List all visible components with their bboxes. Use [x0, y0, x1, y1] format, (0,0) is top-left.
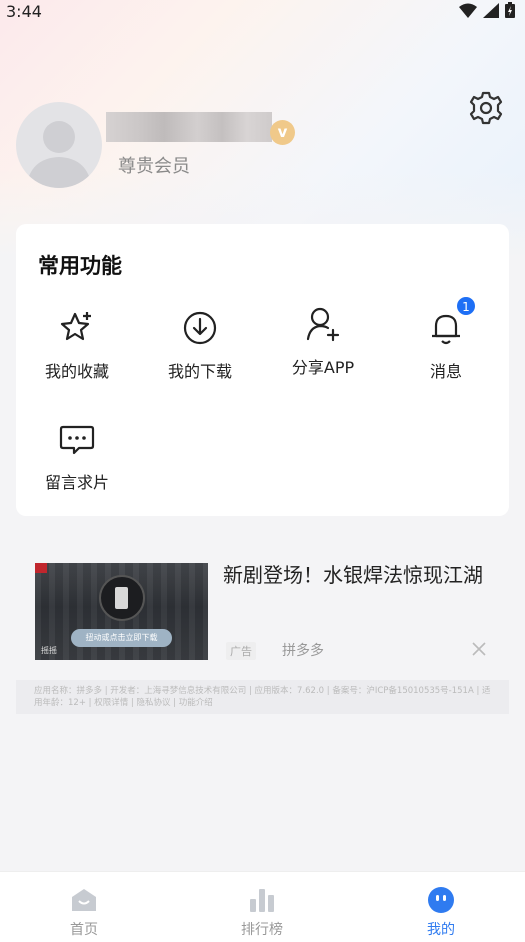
bottom-nav: 首页 排行榜 我的 [0, 871, 525, 942]
ad-thumbnail[interactable]: 扭动或点击立即下载 摇摇 [35, 563, 208, 660]
ad-close-button[interactable] [470, 640, 488, 658]
home-icon [69, 885, 99, 915]
user-add-icon [303, 304, 343, 344]
nav-ranking-label: 排行榜 [241, 922, 283, 938]
wifi-icon [459, 3, 477, 18]
thumbnail-cta: 扭动或点击立即下载 [71, 629, 172, 647]
chat-icon [57, 419, 97, 459]
nav-home-label: 首页 [70, 922, 98, 938]
messages-button[interactable]: 1 消息 [386, 296, 506, 382]
username-redacted[interactable] [106, 112, 272, 142]
share-app-label: 分享APP [291, 358, 355, 377]
thumbnail-corner-mark [35, 563, 47, 573]
avatar[interactable] [16, 102, 102, 188]
gear-icon [469, 91, 503, 125]
status-icons [459, 2, 515, 18]
request-movie-label: 留言求片 [44, 473, 109, 492]
member-level: 尊贵会员 [118, 156, 190, 177]
nav-ranking[interactable]: 排行榜 [202, 872, 322, 942]
default-avatar-icon [26, 121, 92, 188]
thumbnail-shake-label: 摇摇 [41, 646, 57, 655]
ad-advertiser: 拼多多 [282, 643, 324, 659]
ad-disclosure: 应用名称：拼多多 | 开发者：上海寻梦信息技术有限公司 | 应用版本：7.62.… [16, 680, 509, 714]
message-count-badge: 1 [456, 296, 476, 316]
card-title: 常用功能 [38, 254, 122, 278]
download-icon [180, 308, 220, 348]
nav-mine-label: 我的 [427, 922, 455, 938]
ad-tag: 广告 [226, 642, 256, 660]
request-movie-button[interactable]: 留言求片 [17, 419, 137, 493]
star-plus-icon [57, 308, 97, 348]
ranking-icon [247, 885, 277, 915]
ad-title[interactable]: 新剧登场！水银焊法惊现江湖 [223, 562, 493, 588]
mine-icon [426, 885, 456, 915]
common-functions-card: 常用功能 我的收藏 我的下载 分享APP 1 消息 留言求片 [16, 224, 509, 516]
battery-icon [505, 2, 515, 18]
settings-button[interactable] [467, 89, 505, 127]
signal-icon [483, 2, 499, 18]
favorites-button[interactable]: 我的收藏 [17, 308, 137, 382]
bell-icon: 1 [426, 296, 476, 348]
share-app-button[interactable]: 分享APP [263, 304, 383, 378]
messages-label: 消息 [429, 362, 462, 381]
phone-icon [115, 587, 128, 609]
vip-badge-icon: v [270, 120, 295, 145]
nav-mine[interactable]: 我的 [381, 872, 501, 942]
status-time: 3:44 [6, 2, 42, 21]
favorites-label: 我的收藏 [44, 362, 109, 381]
downloads-label: 我的下载 [167, 362, 232, 381]
nav-home[interactable]: 首页 [24, 872, 144, 942]
status-bar: 3:44 [0, 0, 525, 24]
close-icon [472, 642, 486, 656]
downloads-button[interactable]: 我的下载 [140, 308, 260, 382]
